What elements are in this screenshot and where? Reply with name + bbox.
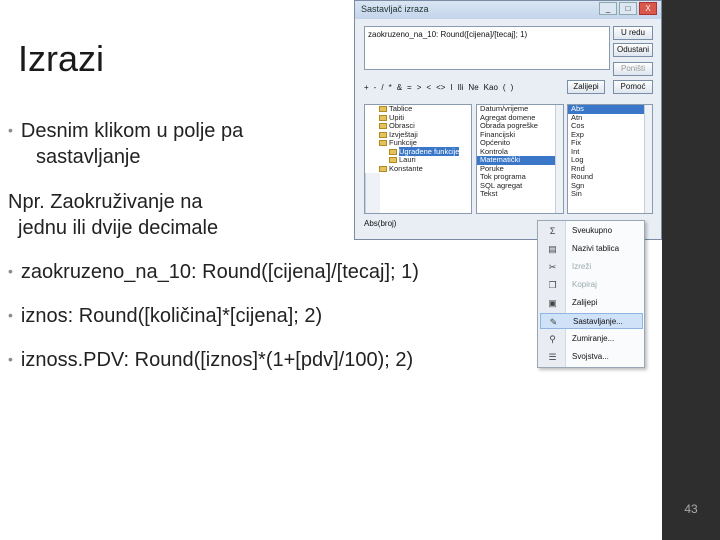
vertical-scrollbar[interactable] [365, 173, 380, 213]
folder-icon [389, 157, 397, 164]
folder-icon [379, 106, 387, 113]
paste-button[interactable]: Zalijepi [567, 80, 605, 94]
tree-item[interactable]: Izvještaji [365, 130, 471, 140]
expression-builder-dialog: Sastavljač izraza _ □ X zaokruzeno_na_10… [354, 0, 662, 240]
menu-item-properties[interactable]: ☰ Svojstva... [540, 349, 643, 365]
right-decorative-bar [662, 0, 720, 540]
bullet-dot: • [8, 263, 13, 279]
build-icon: ✎ [549, 317, 558, 327]
bullet-3: • iznos: Round([količina]*[cijena]; 2) [8, 303, 322, 330]
function-item[interactable]: Fix [568, 138, 652, 148]
operator-bar: + - / * & = > < <> I Ili Ne Kao ( ) [364, 80, 574, 94]
undo-button[interactable]: Poništi [613, 62, 653, 76]
bullet-dot: • [8, 122, 13, 138]
vertical-scrollbar[interactable] [555, 105, 563, 213]
window-buttons: _ □ X [599, 2, 657, 15]
tree-item[interactable]: Obrasci [365, 121, 471, 131]
bullet-text: iznoss.PDV: Round([iznos]*(1+[pdv]/100);… [20, 349, 414, 371]
cancel-button[interactable]: Odustani [613, 43, 653, 57]
properties-icon: ☰ [548, 352, 557, 362]
ok-button[interactable]: U redu [613, 26, 653, 40]
object-tree[interactable]: Tablice Upiti Obrasci Izvještaji Funkcij… [364, 104, 472, 214]
cut-icon: ✂ [548, 262, 557, 272]
op-plus[interactable]: + [364, 83, 369, 92]
close-button[interactable]: X [639, 2, 657, 15]
tree-item[interactable]: Konstante [365, 164, 471, 174]
bullet-dot: • [8, 351, 13, 367]
bullet-2: • zaokruzeno_na_10: Round([cijena]/[tecaj… [8, 259, 419, 286]
vertical-scrollbar[interactable] [644, 105, 652, 213]
bullet-4: • iznoss.PDV: Round([iznos]*(1+[pdv]/100)… [8, 347, 413, 374]
menu-item-cut[interactable]: ✂ Izreži [540, 259, 643, 275]
op-eq[interactable]: = [407, 83, 412, 92]
example-line-2: jednu ili dvije decimale [18, 217, 219, 239]
tree-item[interactable]: Upiti [365, 113, 471, 123]
menu-item-table-names[interactable]: ▤ Nazivi tablica [540, 241, 643, 257]
folder-icon [379, 114, 387, 121]
example-line-1: Npr. Zaokruživanje na [8, 191, 203, 213]
tree-item[interactable]: Tablice [365, 105, 471, 114]
folder-icon [379, 140, 387, 147]
category-item[interactable]: Tekst [477, 189, 563, 199]
menu-item-zoom[interactable]: ⚲ Zumiranje... [540, 331, 643, 347]
maximize-button[interactable]: □ [619, 2, 637, 15]
help-button[interactable]: Pomoć [613, 80, 653, 94]
folder-icon [389, 148, 397, 155]
bullet-text: iznos: Round([količina]*[cijena]; 2) [20, 305, 323, 327]
folder-icon [379, 123, 387, 130]
bullet-dot: • [8, 307, 13, 323]
menu-item-copy[interactable]: ❐ Kopiraj [540, 277, 643, 293]
page-number: 43 [684, 502, 698, 516]
folder-icon [379, 165, 387, 172]
function-item[interactable]: Sin [568, 189, 652, 199]
bullet-1: • Desnim klikom u polje pa [8, 118, 243, 145]
sigma-icon: Σ [549, 226, 556, 236]
bullet-1-cont: sastavljanje [36, 146, 141, 168]
bullet-text: zaokruzeno_na_10: Round([cijena]/[tecaj]… [20, 261, 419, 283]
paste-icon: ▣ [548, 298, 557, 308]
dialog-title: Sastavljač izraza [361, 4, 429, 14]
minimize-button[interactable]: _ [599, 2, 617, 15]
op-like[interactable]: Kao [484, 83, 498, 92]
op-lparen[interactable]: ( [503, 83, 506, 92]
op-minus[interactable]: - [374, 83, 377, 92]
category-list[interactable]: Datum/vrijeme Agregat domene Obrada pogr… [476, 104, 564, 214]
op-lt[interactable]: < [426, 83, 431, 92]
op-divide[interactable]: / [381, 83, 383, 92]
menu-item-totals[interactable]: Σ Sveukupno [540, 223, 643, 239]
op-rparen[interactable]: ) [511, 83, 514, 92]
zoom-icon: ⚲ [549, 334, 556, 344]
context-menu: Σ Sveukupno ▤ Nazivi tablica ✂ Izreži ❐ Kopi… [537, 220, 645, 368]
op-ne[interactable]: <> [436, 83, 445, 92]
op-multiply[interactable]: * [389, 83, 392, 92]
op-gt[interactable]: > [417, 83, 422, 92]
op-not[interactable]: Ne [468, 83, 478, 92]
slide-title: Izrazi [18, 38, 105, 79]
op-or[interactable]: Ili [458, 83, 464, 92]
copy-icon: ❐ [548, 280, 557, 290]
menu-item-paste[interactable]: ▣ Zalijepi [540, 295, 643, 311]
bullet-text: Desnim klikom u polje pa [20, 120, 244, 142]
table-names-icon: ▤ [548, 244, 557, 254]
tree-item-selected[interactable]: Ugrađene funkcije [365, 146, 471, 157]
function-list[interactable]: Abs Atn Cos Exp Fix Int Log Rnd Round Sg… [567, 104, 653, 214]
op-amp[interactable]: & [397, 83, 402, 92]
op-and[interactable]: I [450, 83, 452, 92]
folder-icon [379, 131, 387, 138]
expression-input[interactable]: zaokruzeno_na_10: Round([cijena]/[tecaj]… [364, 26, 610, 70]
menu-item-build[interactable]: ✎ Sastavljanje... [540, 313, 643, 329]
